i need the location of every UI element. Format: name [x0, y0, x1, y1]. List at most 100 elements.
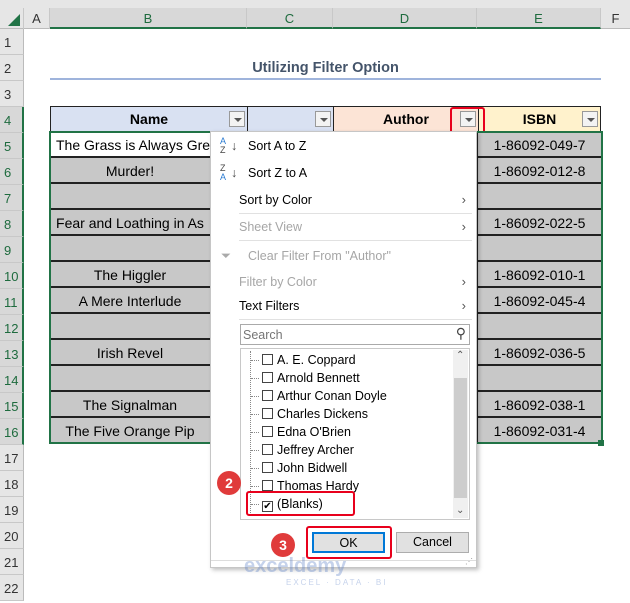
search-box[interactable]: ⚲ [240, 324, 470, 345]
scroll-down-icon[interactable]: ⌄ [456, 505, 464, 516]
divider [239, 319, 472, 320]
checkbox[interactable] [262, 462, 273, 473]
row-header-8[interactable]: 8 [0, 211, 24, 237]
watermark-brand: exceldemy [244, 555, 347, 577]
table-header-row: Name Author ISBN [50, 106, 601, 132]
tree-line [251, 486, 259, 487]
sort-az-icon: AZ [220, 136, 227, 155]
divider [239, 213, 472, 214]
chevron-right-icon: › [461, 274, 466, 289]
row-header-1[interactable]: 1 [0, 29, 24, 55]
scroll-up-icon[interactable]: ⌃ [456, 350, 464, 361]
row-header-19[interactable]: 19 [0, 497, 24, 523]
column-header-b[interactable]: B [50, 8, 247, 29]
item-label: John Bidwell [277, 461, 348, 475]
menu-clear-filter: ⏷ Clear Filter From "Author" [211, 244, 476, 268]
filter-dropdown-isbn[interactable] [582, 111, 598, 127]
filter-list-item[interactable]: Charles Dickens [251, 405, 368, 423]
tree-line [251, 414, 259, 415]
filter-dropdown-name[interactable] [229, 111, 245, 127]
fill-handle[interactable] [598, 440, 604, 446]
filter-list-item[interactable]: John Bidwell [251, 459, 348, 477]
chevron-right-icon: › [461, 298, 466, 313]
scrollbar[interactable]: ⌃ ⌄ [453, 350, 468, 518]
row-header-3[interactable]: 3 [0, 81, 24, 107]
row-header-21[interactable]: 21 [0, 549, 24, 575]
header-name-label: Name [129, 111, 169, 127]
row-header-22[interactable]: 22 [0, 575, 24, 601]
checkbox[interactable] [262, 444, 273, 455]
filter-list-item[interactable]: Jeffrey Archer [251, 441, 354, 459]
label: Sheet View [239, 220, 303, 234]
column-header-e[interactable]: E [477, 8, 601, 29]
filter-list-item[interactable]: Edna O'Brien [251, 423, 351, 441]
row-header-11[interactable]: 11 [0, 289, 24, 315]
row-header-4[interactable]: 4 [0, 107, 24, 133]
highlight-blanks [246, 491, 355, 516]
row-header-7[interactable]: 7 [0, 185, 24, 211]
column-header-c[interactable]: C [247, 8, 333, 29]
row-header-15[interactable]: 15 [0, 393, 24, 419]
item-label: Arnold Bennett [277, 371, 360, 385]
menu-sort-z-to-a[interactable]: Z A ↓ Sort Z to A [211, 161, 476, 185]
cancel-button[interactable]: Cancel [396, 532, 469, 553]
down-arrow-icon: ↓ [231, 139, 238, 153]
step-badge-2: 2 [217, 471, 241, 495]
checkbox[interactable] [262, 354, 273, 365]
row-header-10[interactable]: 10 [0, 263, 24, 289]
resize-grip-icon[interactable]: ⋰ [465, 557, 473, 566]
item-label: A. E. Coppard [277, 353, 356, 367]
checkbox[interactable] [262, 426, 273, 437]
chevron-right-icon: › [461, 219, 466, 234]
row-header-2[interactable]: 2 [0, 55, 24, 81]
menu-sort-a-to-z[interactable]: A Z ↓ Sort A to Z [211, 134, 476, 158]
row-header-13[interactable]: 13 [0, 341, 24, 367]
tree-line [251, 360, 259, 361]
checkbox[interactable] [262, 390, 273, 401]
filter-list-item[interactable]: A. E. Coppard [251, 351, 356, 369]
column-header-bar: A B C D E F [0, 0, 630, 29]
checkbox[interactable] [262, 408, 273, 419]
label: Clear Filter From "Author" [248, 249, 391, 263]
filter-list-item[interactable]: Arnold Bennett [251, 369, 360, 387]
filter-dropdown-c[interactable] [315, 111, 331, 127]
row-header-20[interactable]: 20 [0, 523, 24, 549]
clear-filter-icon: ⏷ [221, 249, 232, 263]
column-header-d[interactable]: D [333, 8, 477, 29]
tree-line [251, 450, 259, 451]
label: Sort by Color [239, 193, 312, 207]
checkbox[interactable] [262, 480, 273, 491]
menu-sheet-view: Sheet View › [211, 215, 476, 239]
column-header-a[interactable]: A [24, 8, 50, 29]
row-header-17[interactable]: 17 [0, 445, 24, 471]
down-arrow-icon: ↓ [231, 166, 238, 180]
chevron-right-icon: › [461, 192, 466, 207]
row-header-12[interactable]: 12 [0, 315, 24, 341]
row-header-9[interactable]: 9 [0, 237, 24, 263]
label: Filter by Color [239, 275, 317, 289]
watermark-logo: exceldemy EXCEL · DATA · BI [244, 555, 385, 594]
filter-list-item[interactable]: Arthur Conan Doyle [251, 387, 387, 405]
menu-sort-by-color[interactable]: Sort by Color › [211, 188, 476, 212]
tree-line [251, 432, 259, 433]
checkbox[interactable] [262, 372, 273, 383]
row-header-5[interactable]: 5 [0, 133, 24, 159]
row-header-6[interactable]: 6 [0, 159, 24, 185]
row-header-14[interactable]: 14 [0, 367, 24, 393]
row-header-16[interactable]: 16 [0, 419, 24, 445]
select-all-button[interactable] [0, 8, 24, 29]
menu-text-filters[interactable]: Text Filters › [211, 294, 476, 318]
sort-za-icon: ZA [220, 163, 227, 182]
item-label: Arthur Conan Doyle [277, 389, 387, 403]
step-badge-3: 3 [271, 533, 295, 557]
label: Sort A to Z [248, 139, 307, 153]
search-icon: ⚲ [455, 325, 466, 341]
search-input[interactable] [241, 325, 441, 344]
header-name: Name [51, 107, 248, 131]
header-isbn: ISBN [478, 107, 600, 131]
scrollbar-thumb[interactable] [454, 378, 467, 498]
watermark-tagline: EXCEL · DATA · BI [286, 578, 388, 587]
column-header-f[interactable]: F [601, 8, 630, 29]
row-header-18[interactable]: 18 [0, 471, 24, 497]
label: Text Filters [239, 299, 300, 313]
